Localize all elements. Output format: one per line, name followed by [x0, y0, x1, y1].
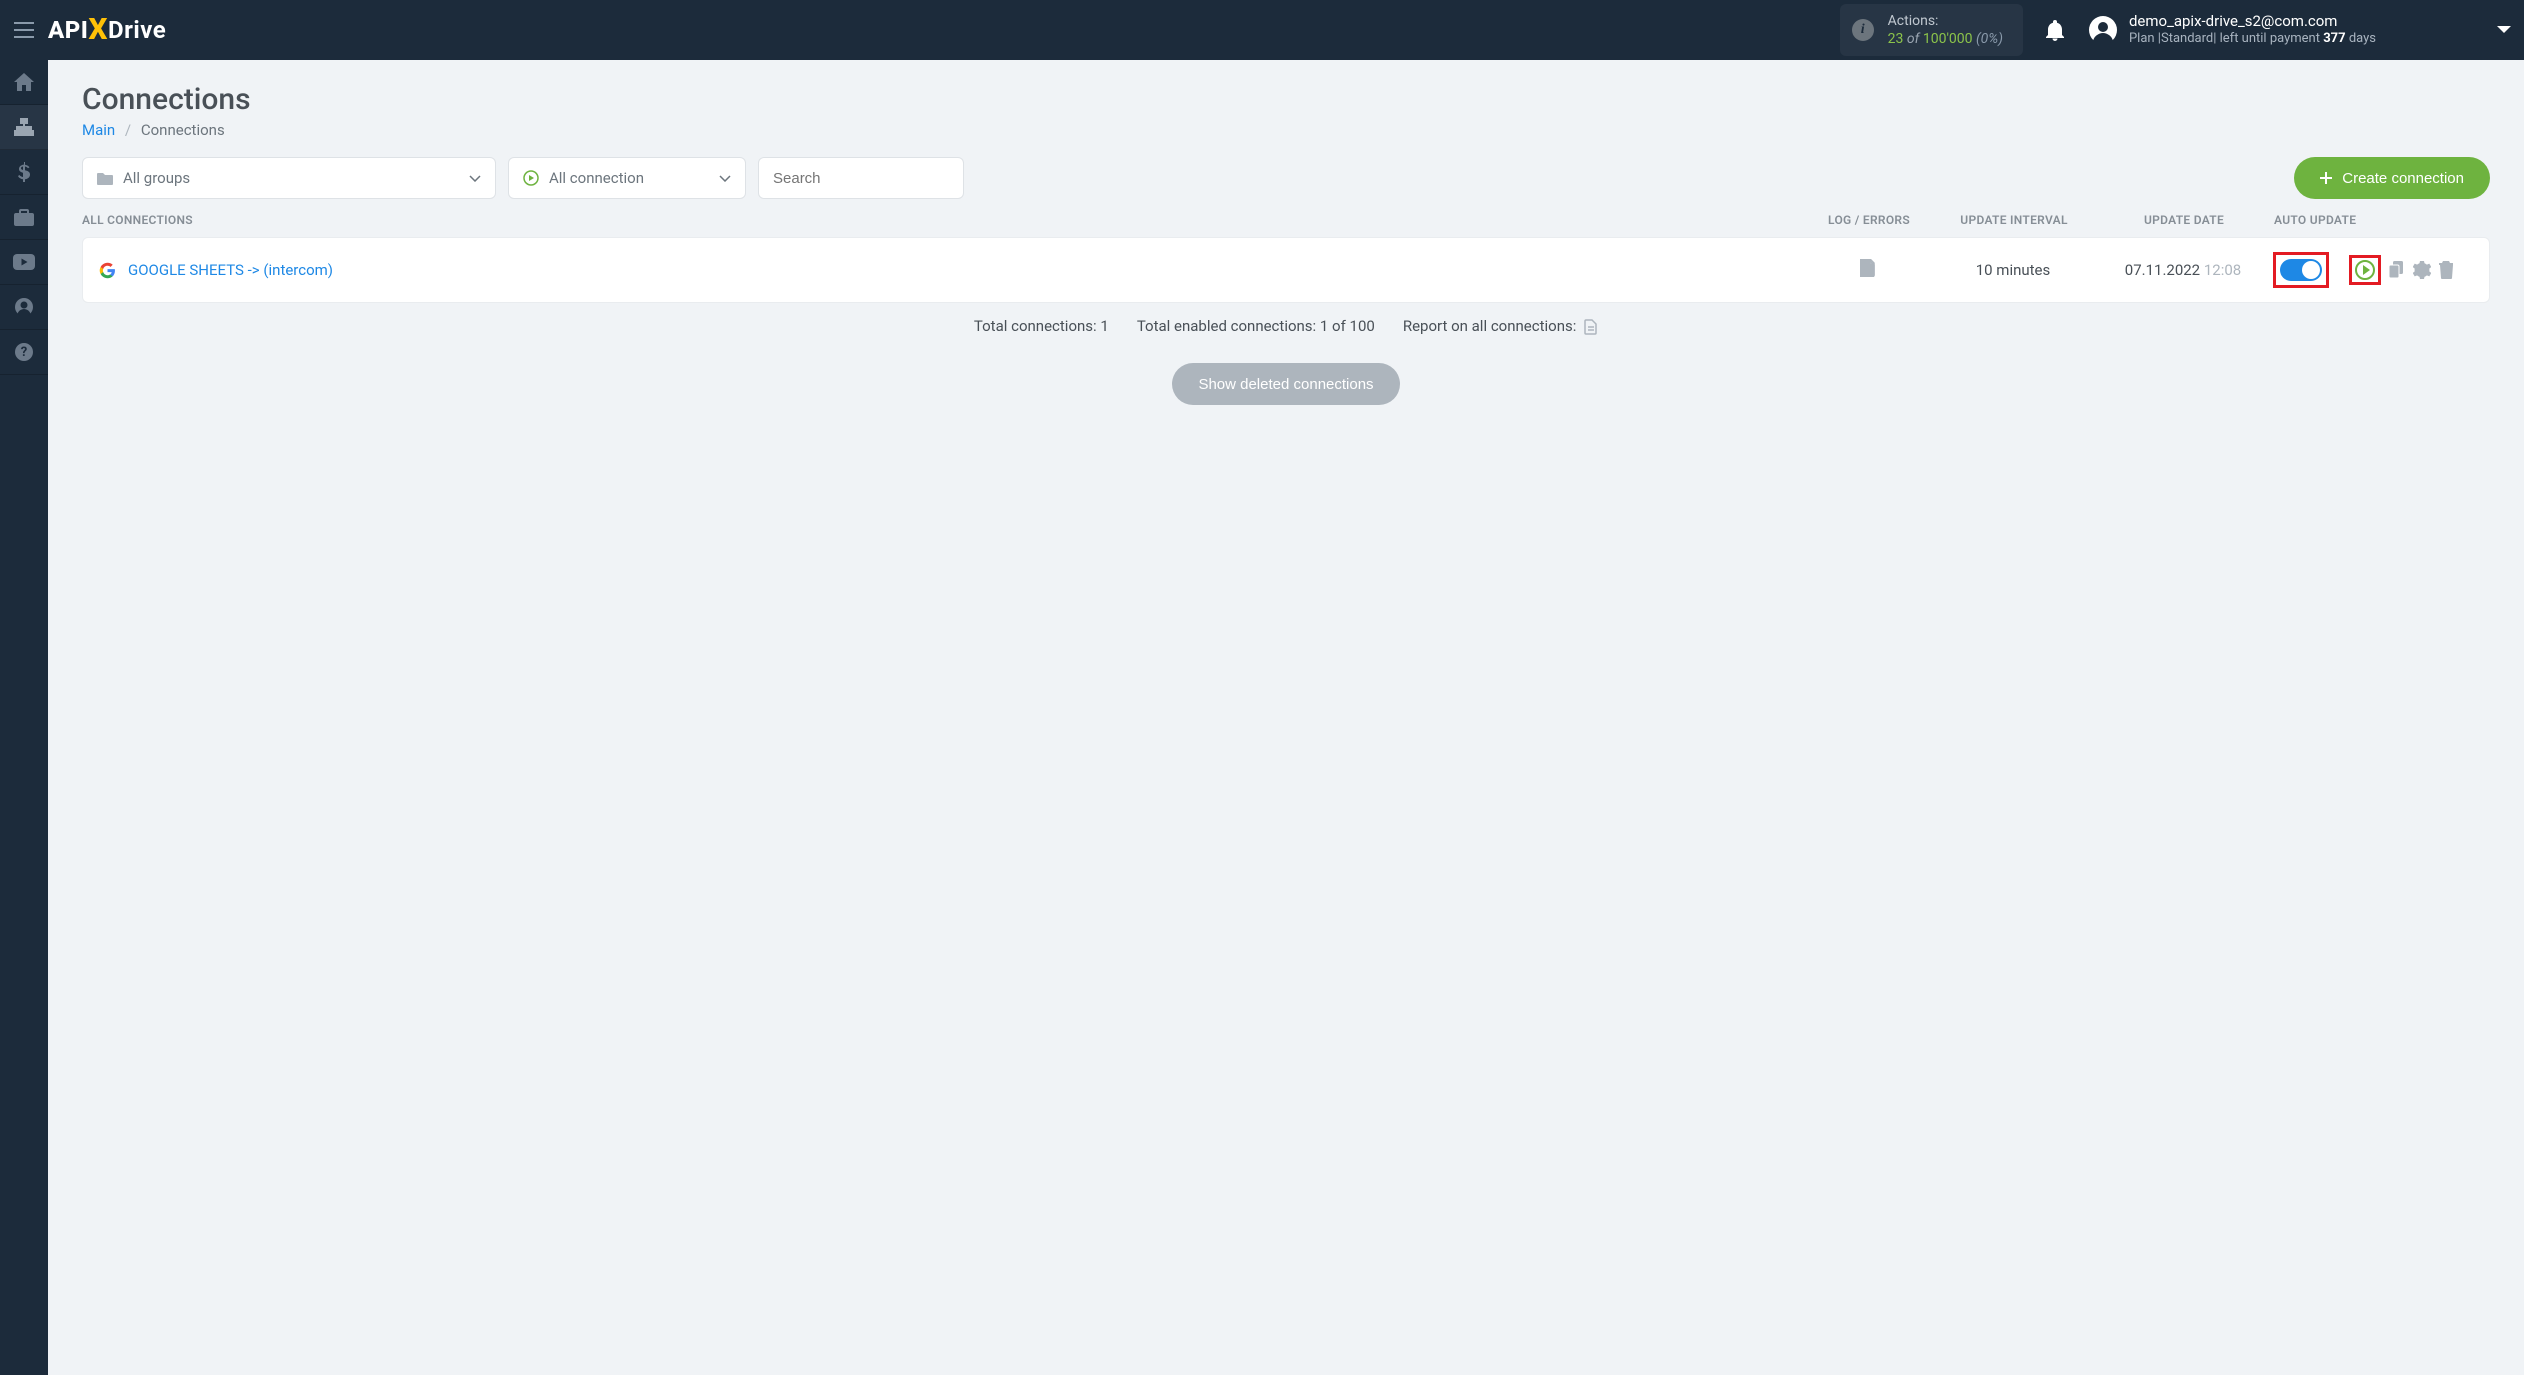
actions-total: 100'000 — [1923, 31, 1973, 47]
sidebar: ? — [0, 60, 48, 1375]
sidebar-item-connections[interactable] — [0, 105, 48, 150]
search-input-wrapper[interactable] — [758, 157, 964, 199]
table-header: ALL CONNECTIONS LOG / ERRORS UPDATE INTE… — [82, 213, 2490, 237]
logo[interactable]: APIXDrive — [48, 13, 166, 48]
copy-icon — [2389, 261, 2405, 279]
dollar-icon — [18, 162, 30, 182]
auto-update-toggle[interactable] — [2280, 259, 2322, 281]
chevron-down-icon — [469, 175, 481, 182]
plus-icon — [2320, 172, 2332, 184]
summary-enabled: Total enabled connections: 1 of 100 — [1137, 317, 1375, 335]
sitemap-icon — [14, 118, 34, 136]
svg-text:?: ? — [21, 345, 27, 360]
summary-report: Report on all connections: — [1403, 317, 1598, 335]
actions-percent: (0%) — [1976, 31, 2003, 47]
table-row: GOOGLE SHEETS -> (intercom) 10 minutes 0… — [82, 237, 2490, 303]
highlight-box — [2349, 255, 2381, 285]
user-menu[interactable]: demo_apix-drive_s2@com.com Plan |Standar… — [2089, 12, 2376, 48]
page-title: Connections — [82, 82, 2490, 117]
sidebar-item-video[interactable] — [0, 240, 48, 285]
col-header-date: UPDATE DATE — [2094, 213, 2274, 227]
bell-icon — [2045, 19, 2065, 41]
delete-button[interactable] — [2439, 261, 2454, 279]
sidebar-item-tools[interactable] — [0, 195, 48, 240]
col-header-auto: AUTO UPDATE — [2274, 213, 2474, 227]
actions-used: 23 — [1888, 31, 1904, 47]
user-email: demo_apix-drive_s2@com.com — [2129, 12, 2376, 32]
copy-button[interactable] — [2389, 261, 2405, 279]
connection-filter-select[interactable]: All connection — [508, 157, 746, 199]
folder-icon — [97, 172, 113, 185]
search-input[interactable] — [773, 170, 949, 187]
breadcrumb: Main / Connections — [82, 121, 2490, 139]
user-icon — [15, 298, 33, 316]
summary-total: Total connections: 1 — [974, 317, 1109, 335]
google-icon — [99, 262, 116, 279]
user-plan: Plan |Standard| left until payment 377 d… — [2129, 31, 2376, 48]
briefcase-icon — [14, 209, 34, 226]
youtube-icon — [13, 254, 35, 270]
connection-date: 07.11.2022 12:08 — [2093, 261, 2273, 279]
home-icon — [14, 73, 34, 91]
notifications-button[interactable] — [2045, 19, 2065, 41]
connection-name-cell: GOOGLE SHEETS -> (intercom) — [99, 261, 1803, 279]
chevron-down-icon — [719, 175, 731, 182]
info-icon: i — [1852, 19, 1874, 41]
filters-bar: All groups All connection Create conn — [82, 157, 2490, 199]
actions-label: Actions: — [1888, 12, 2003, 30]
document-icon — [1860, 259, 1876, 277]
breadcrumb-current: Connections — [141, 121, 225, 139]
connection-interval: 10 minutes — [1933, 261, 2093, 279]
user-menu-toggle[interactable] — [2496, 25, 2512, 35]
document-icon[interactable] — [1584, 319, 1598, 335]
top-header: APIXDrive i Actions: 23 of 100'000 (0%) … — [0, 0, 2524, 60]
chevron-down-icon — [2496, 25, 2512, 35]
sidebar-item-profile[interactable] — [0, 285, 48, 330]
sidebar-item-billing[interactable] — [0, 150, 48, 195]
groups-filter-select[interactable]: All groups — [82, 157, 496, 199]
run-now-button[interactable] — [2355, 260, 2375, 280]
connection-name-link[interactable]: GOOGLE SHEETS -> (intercom) — [128, 261, 333, 279]
create-connection-button[interactable]: Create connection — [2294, 157, 2490, 199]
settings-button[interactable] — [2413, 261, 2431, 279]
col-header-interval: UPDATE INTERVAL — [1934, 213, 2094, 227]
show-deleted-button[interactable]: Show deleted connections — [1172, 363, 1399, 405]
summary-row: Total connections: 1 Total enabled conne… — [82, 317, 2490, 335]
actions-quota-box[interactable]: i Actions: 23 of 100'000 (0%) — [1840, 4, 2023, 56]
connection-actions-cell — [2273, 252, 2473, 288]
gear-icon — [2413, 261, 2431, 279]
sidebar-item-home[interactable] — [0, 60, 48, 105]
highlight-box — [2273, 252, 2329, 288]
breadcrumb-main[interactable]: Main — [82, 121, 115, 139]
play-circle-icon — [523, 170, 539, 186]
avatar-icon — [2089, 16, 2117, 44]
menu-icon — [14, 22, 34, 38]
sidebar-item-help[interactable]: ? — [0, 330, 48, 375]
main-content: Connections Main / Connections All group… — [48, 60, 2524, 1375]
help-icon: ? — [15, 343, 33, 361]
connection-log-button[interactable] — [1803, 259, 1933, 281]
col-header-log: LOG / ERRORS — [1804, 213, 1934, 227]
hamburger-menu-button[interactable] — [0, 0, 48, 60]
col-header-name: ALL CONNECTIONS — [82, 213, 1804, 227]
trash-icon — [2439, 261, 2454, 279]
